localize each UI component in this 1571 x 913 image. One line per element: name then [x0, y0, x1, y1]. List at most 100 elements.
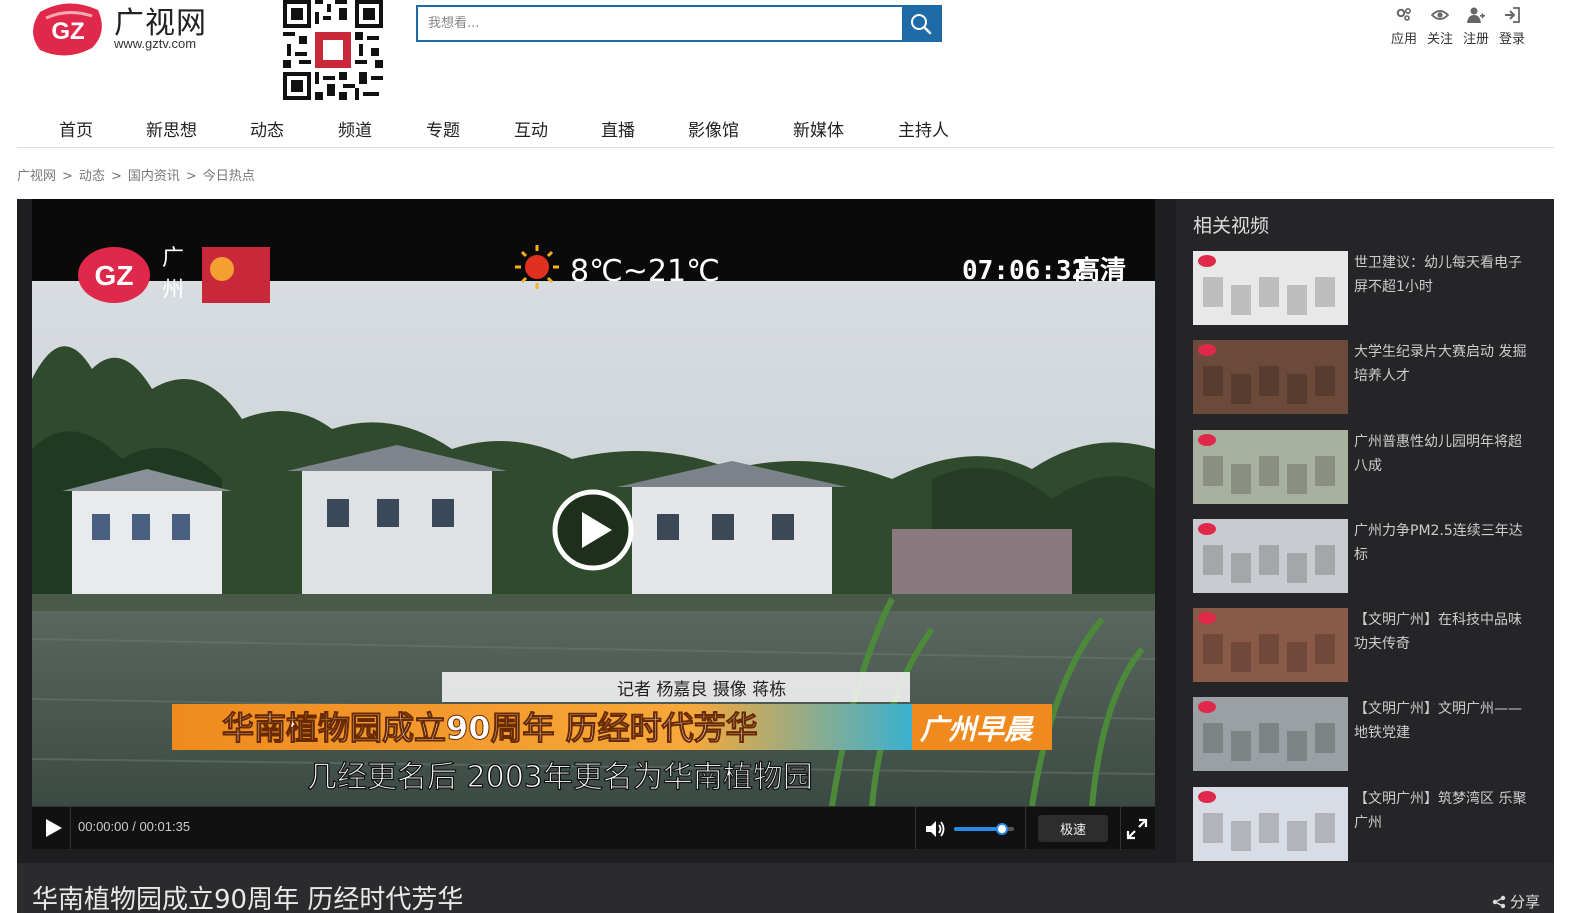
player-controls: 00:00:00 / 00:01:35 极速	[32, 806, 1155, 850]
volume-knob	[996, 823, 1008, 835]
related-item-title[interactable]: 【文明广州】筑梦湾区 乐聚广州	[1354, 787, 1534, 835]
breadcrumb-item[interactable]: 动态	[79, 169, 105, 184]
toolbar-login[interactable]: 登录	[1498, 6, 1526, 47]
subtitle-text: 几经更名后 2003年更名为华南植物园	[307, 760, 813, 795]
current-time: 00:00:00	[78, 819, 129, 834]
volume-fill	[954, 827, 1002, 831]
share-label: 分享	[1509, 893, 1540, 911]
related-item[interactable]: 广州普惠性幼儿园明年将超八成	[1193, 430, 1543, 504]
nav-item-topics[interactable]: 专题	[426, 116, 460, 141]
search-button[interactable]	[902, 7, 940, 40]
related-item[interactable]: 大学生纪录片大赛启动 发掘培养人才	[1193, 340, 1543, 414]
search-icon	[911, 13, 932, 34]
toolbar-register[interactable]: 注册	[1462, 6, 1490, 47]
time-display: 00:00:00 / 00:01:35	[78, 819, 190, 834]
gz-logo-icon: GZ	[33, 3, 102, 56]
nav-item-hosts[interactable]: 主持人	[898, 116, 949, 141]
logo-badge-text: GZ	[51, 18, 84, 45]
toolbar-label: 注册	[1462, 32, 1489, 47]
user-toolbar: 应用 关注 注册 登录	[1390, 6, 1526, 47]
related-thumbnail[interactable]	[1193, 519, 1348, 593]
divider	[1120, 807, 1121, 850]
page: GZ 广视网 www.gztv.com 我想看... 应用 关注 注册 登录 首…	[0, 0, 1571, 913]
video-player: GZ 广 州 8℃~21℃ 07:06:32 高清 记者 杨嘉良 摄像 蒋栋 华…	[32, 199, 1155, 850]
nav-item-home[interactable]: 首页	[59, 116, 93, 141]
related-item[interactable]: 广州力争PM2.5连续三年达标	[1193, 519, 1543, 593]
login-icon	[1505, 7, 1520, 23]
related-item-title[interactable]: 【文明广州】在科技中品味功夫传奇	[1354, 608, 1534, 656]
breadcrumb-separator: >	[110, 169, 122, 184]
search-bar	[416, 5, 942, 42]
play-icon[interactable]	[42, 817, 64, 839]
share-button[interactable]: 分享	[1492, 891, 1540, 912]
clock-text: 07:06:32	[962, 256, 1087, 286]
breadcrumb: 广视网 > 动态 > 国内资讯 > 今日热点	[17, 165, 255, 184]
apps-icon	[1396, 7, 1412, 21]
nav-item-channels[interactable]: 频道	[338, 116, 372, 141]
search-input[interactable]	[418, 7, 902, 40]
divider	[915, 807, 916, 850]
related-item-title[interactable]: 【文明广州】文明广州——地铁党建	[1354, 697, 1534, 745]
share-icon	[1492, 895, 1506, 908]
qr-code-icon	[283, 0, 383, 100]
toolbar-follow[interactable]: 关注	[1426, 6, 1454, 47]
breadcrumb-item[interactable]: 国内资讯	[128, 169, 180, 184]
speed-button[interactable]: 极速	[1038, 815, 1108, 842]
divider	[1025, 807, 1026, 850]
toolbar-apps[interactable]: 应用	[1390, 6, 1418, 47]
related-title: 相关视频	[1193, 215, 1270, 237]
site-logo[interactable]: GZ 广视网 www.gztv.com	[32, 0, 232, 60]
related-thumbnail[interactable]	[1193, 697, 1348, 771]
nav-item-live[interactable]: 直播	[601, 116, 635, 141]
nav-item-new-media[interactable]: 新媒体	[793, 116, 844, 141]
channel-city-2: 州	[162, 278, 184, 303]
site-url: www.gztv.com	[114, 36, 197, 51]
toolbar-label: 应用	[1390, 32, 1417, 47]
breadcrumb-separator: >	[62, 169, 73, 184]
toolbar-label: 登录	[1498, 32, 1525, 47]
duration: 00:01:35	[139, 819, 191, 834]
channel-logo-text: GZ	[95, 260, 134, 291]
volume-icon[interactable]	[924, 818, 946, 840]
eye-icon	[1431, 10, 1449, 20]
program-text: 广州早晨	[920, 713, 1034, 746]
related-videos-panel: 相关视频 世卫建议：幼儿每天看电子屏不超1小时 大学生纪录片大赛启动 发掘培养人才…	[1176, 199, 1554, 863]
nav-item-new-thought[interactable]: 新思想	[146, 116, 197, 141]
video-stage: GZ 广 州 8℃~21℃ 07:06:32 高清 记者 杨嘉良 摄像 蒋栋 华…	[17, 199, 1554, 913]
credits-text: 记者 杨嘉良 摄像 蒋栋	[617, 680, 786, 700]
related-item-title[interactable]: 广州力争PM2.5连续三年达标	[1354, 519, 1534, 567]
related-thumbnail[interactable]	[1193, 430, 1348, 504]
add-user-icon	[1467, 7, 1485, 23]
time-separator: /	[128, 819, 140, 834]
breadcrumb-item[interactable]: 今日热点	[203, 169, 255, 184]
related-thumbnail[interactable]	[1193, 608, 1348, 682]
breadcrumb-item[interactable]: 广视网	[17, 169, 56, 184]
related-thumbnail[interactable]	[1193, 340, 1348, 414]
nav-item-news[interactable]: 动态	[250, 116, 284, 141]
weather-text: 8℃~21℃	[570, 254, 720, 289]
quality-text: 高清	[1074, 255, 1126, 286]
related-item[interactable]: 【文明广州】在科技中品味功夫传奇	[1193, 608, 1543, 682]
related-thumbnail[interactable]	[1193, 251, 1348, 325]
related-item-title[interactable]: 广州普惠性幼儿园明年将超八成	[1354, 430, 1534, 478]
title-bar: 华南植物园成立90周年 历经时代芳华 分享	[17, 863, 1554, 913]
related-item-title[interactable]: 世卫建议：幼儿每天看电子屏不超1小时	[1354, 251, 1534, 299]
divider	[70, 807, 71, 850]
nav-item-interact[interactable]: 互动	[514, 116, 548, 141]
headline-text: 华南植物园成立90周年 历经时代芳华	[222, 709, 758, 747]
breadcrumb-separator: >	[185, 169, 197, 184]
video-frame[interactable]: GZ 广 州 8℃~21℃ 07:06:32 高清 记者 杨嘉良 摄像 蒋栋 华…	[32, 199, 1155, 806]
volume-slider[interactable]	[954, 821, 1016, 837]
main-nav: 首页 新思想 动态 频道 专题 互动 直播 影像馆 新媒体 主持人	[17, 108, 1554, 148]
channel-city-1: 广	[162, 246, 184, 271]
fullscreen-icon[interactable]	[1126, 818, 1148, 840]
play-overlay-icon	[552, 489, 634, 571]
nav-item-gallery[interactable]: 影像馆	[688, 116, 739, 141]
related-item[interactable]: 世卫建议：幼儿每天看电子屏不超1小时	[1193, 251, 1543, 325]
page-title: 华南植物园成立90周年 历经时代芳华	[32, 885, 464, 913]
related-item[interactable]: 【文明广州】文明广州——地铁党建	[1193, 697, 1543, 771]
related-item[interactable]: 【文明广州】筑梦湾区 乐聚广州	[1193, 787, 1543, 861]
related-item-title[interactable]: 大学生纪录片大赛启动 发掘培养人才	[1354, 340, 1534, 388]
toolbar-label: 关注	[1426, 32, 1453, 47]
related-thumbnail[interactable]	[1193, 787, 1348, 861]
